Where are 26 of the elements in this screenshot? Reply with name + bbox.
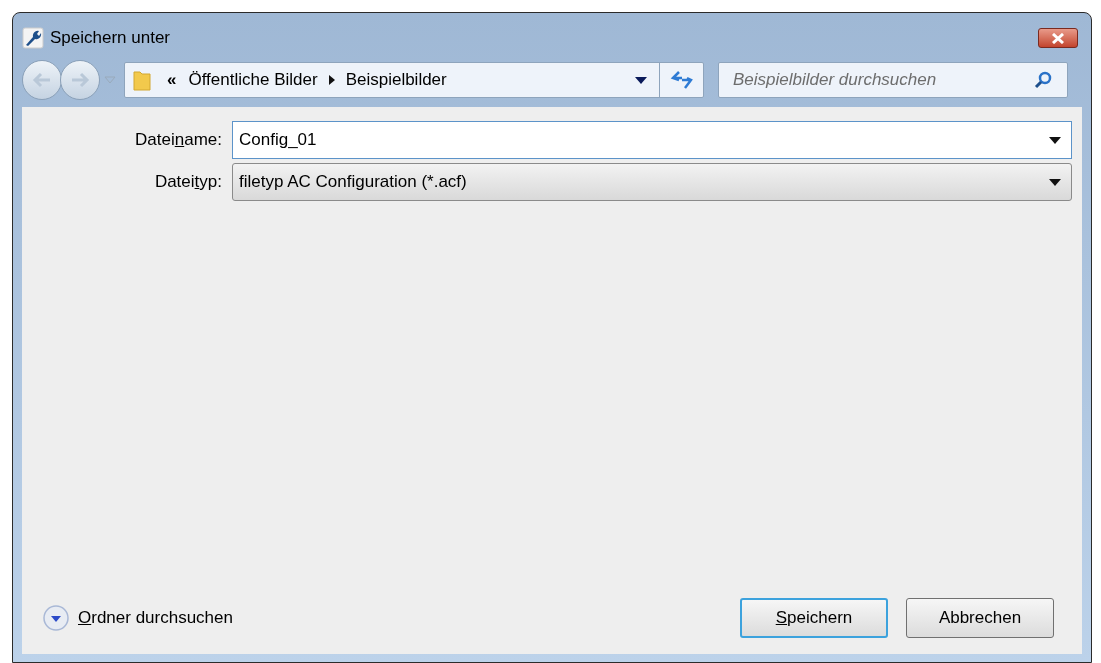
expand-icon [42, 604, 70, 632]
breadcrumb-item[interactable]: Beispielbilder [345, 67, 447, 93]
search-input[interactable]: Beispielbilder durchsuchen [733, 67, 1033, 93]
search-field[interactable]: Beispielbilder durchsuchen [718, 62, 1068, 98]
browse-folders-toggle[interactable]: Ordner durchsuchen [42, 604, 233, 632]
refresh-arrows-icon [669, 70, 694, 90]
forward-arrow-icon [70, 72, 90, 88]
dialog-button[interactable]: Abbrechen [906, 598, 1054, 638]
filetype-dropdown[interactable]: filetyp AC Configuration (*.acf) [232, 163, 1072, 201]
dropdown-arrow-icon[interactable] [1049, 178, 1061, 186]
wrench-icon [22, 27, 44, 49]
filename-combo-box[interactable]: Config_01 [232, 121, 1072, 159]
address-bar[interactable]: « Öffentliche Bilder Beispielbilder [124, 62, 704, 98]
dialog-button[interactable]: Speichern [740, 598, 888, 638]
dropdown-arrow-icon[interactable] [1049, 136, 1061, 144]
window-title: Speichern unter [50, 27, 171, 50]
close-button[interactable] [1038, 28, 1078, 48]
overflow-chevron[interactable]: « [167, 67, 177, 93]
field-label: Dateityp: [153, 171, 223, 194]
breadcrumb-arrow-icon[interactable] [327, 75, 336, 85]
search-icon [1033, 70, 1053, 90]
field-label: Dateiname: [134, 129, 223, 152]
breadcrumb-item[interactable]: Öffentliche Bilder [188, 67, 318, 93]
back-arrow-icon [32, 72, 52, 88]
dropdown-arrow-icon[interactable] [635, 76, 647, 84]
close-icon [1051, 32, 1065, 44]
